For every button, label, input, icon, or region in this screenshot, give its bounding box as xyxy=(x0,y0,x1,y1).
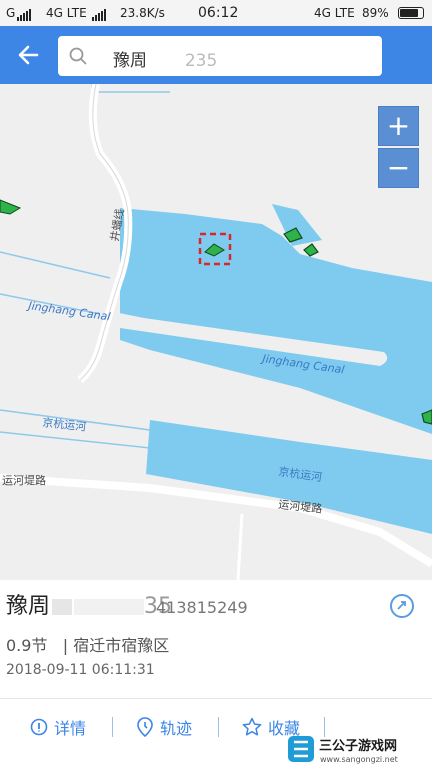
app-bar: 豫周 235 xyxy=(0,26,432,84)
battery-icon xyxy=(398,7,424,19)
carrier-label: G xyxy=(6,6,16,20)
watermark-logo: 三公子游戏网 www.sangongzi.net xyxy=(288,736,426,764)
info-icon xyxy=(30,718,48,736)
battery-percent: 89% xyxy=(362,6,389,20)
vessel-timestamp: 2018-09-11 06:11:31 xyxy=(6,662,155,678)
details-button[interactable]: 详情 xyxy=(30,715,86,739)
toolbar-separator xyxy=(218,717,219,737)
star-icon xyxy=(242,717,262,736)
vessel-mmsi: 413815249 xyxy=(156,598,248,617)
road-label-1: 运河堤路 xyxy=(2,474,46,487)
bottom-toolbar: 详情 轨迹 收藏 三公子游戏网 www.sangongzi.net xyxy=(0,699,432,768)
svg-text:www.sangongzi.net: www.sangongzi.net xyxy=(320,755,398,764)
canal-label-cn-1: 京杭运河 xyxy=(42,415,87,434)
status-bar: G 4G LTE 23.8K/s 06:12 4G LTE 89% xyxy=(0,0,432,26)
search-value: 豫周 235 xyxy=(113,51,218,71)
vessel-icon[interactable] xyxy=(303,243,319,257)
vessel-icon[interactable] xyxy=(0,199,22,215)
vessel-name: 豫周 35 xyxy=(6,594,173,619)
zoom-out-button[interactable]: − xyxy=(378,148,419,188)
clock: 06:12 xyxy=(198,5,239,21)
zoom-in-button[interactable]: + xyxy=(378,106,419,146)
signal-icon xyxy=(17,7,32,21)
search-icon xyxy=(69,47,87,65)
network-speed: 23.8K/s xyxy=(120,6,165,20)
network-label-left: 4G LTE xyxy=(46,6,87,20)
map-view[interactable]: 井蟠线 Jinghang Canal Jinghang Canal 京杭运河 京… xyxy=(0,84,432,580)
canal-water xyxy=(120,208,432,434)
location-pin-icon xyxy=(137,717,153,737)
canal-label-en-1: Jinghang Canal xyxy=(26,299,112,324)
svg-text:三公子游戏网: 三公子游戏网 xyxy=(319,738,397,754)
track-button[interactable]: 轨迹 xyxy=(136,715,192,739)
search-input[interactable]: 豫周 235 xyxy=(58,36,382,76)
vessel-info-panel: 豫周 35 413815249 0.9节 | 宿迁市宿豫区 2018-09-11 … xyxy=(0,580,432,698)
signal-icon-2 xyxy=(92,7,107,21)
vessel-speed-location: 0.9节 | 宿迁市宿豫区 xyxy=(6,636,170,655)
share-icon[interactable] xyxy=(390,594,414,618)
toolbar-separator xyxy=(112,717,113,737)
map-canvas[interactable]: 井蟠线 Jinghang Canal Jinghang Canal 京杭运河 京… xyxy=(0,84,432,580)
back-arrow-icon[interactable] xyxy=(12,39,44,71)
network-label-right: 4G LTE xyxy=(314,6,355,20)
